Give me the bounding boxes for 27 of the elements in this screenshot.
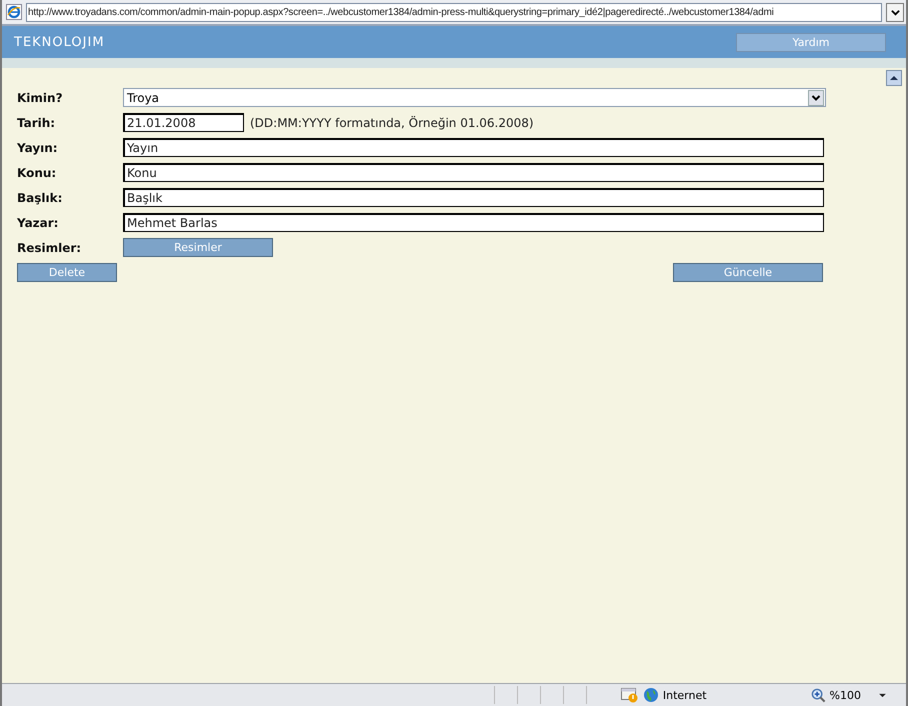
- address-field[interactable]: http://www.troyadans.com/common/admin-main-popup.aspx?screen=../webcustomer1384/admin-press-multi&querystring=primary_idé2|pageredirecté../webcustomer1384/admi: [26, 2, 882, 22]
- text-field[interactable]: Yayın: [123, 138, 824, 157]
- field-label: Konu:: [17, 166, 58, 180]
- date-field[interactable]: 21.01.2008: [123, 113, 244, 132]
- field-label: Başlık:: [17, 190, 64, 204]
- field-label: Tarih:: [17, 116, 56, 130]
- caret-icon[interactable]: [879, 692, 886, 698]
- browser-icon: [6, 4, 22, 20]
- dropdown-button[interactable]: [886, 2, 904, 22]
- zone-label: Internet: [662, 688, 707, 702]
- text-field[interactable]: Konu: [123, 163, 824, 182]
- field-label: Yayın:: [17, 140, 59, 154]
- logo: TEKNOLOJIM: [14, 34, 105, 50]
- text-field[interactable]: Başlık: [123, 188, 824, 207]
- field-label: Resimler:: [17, 240, 82, 254]
- security-warning-icon: [620, 687, 639, 703]
- zoom-icon[interactable]: [810, 688, 826, 702]
- caret-icon: [808, 90, 824, 106]
- scroll-up-icon[interactable]: [886, 70, 902, 86]
- field-label: Yazar:: [17, 216, 60, 230]
- format-hint: (DD:MM:YYYY formatında, Örneğin 01.06.2008): [250, 116, 534, 130]
- caret-icon: [890, 8, 900, 16]
- field-label: Kimin?: [17, 90, 64, 104]
- select-field[interactable]: Troya: [123, 88, 826, 107]
- text-field[interactable]: Mehmet Barlas: [123, 213, 824, 232]
- globe-icon: [642, 687, 659, 703]
- zoom-level[interactable]: %100: [830, 688, 861, 702]
